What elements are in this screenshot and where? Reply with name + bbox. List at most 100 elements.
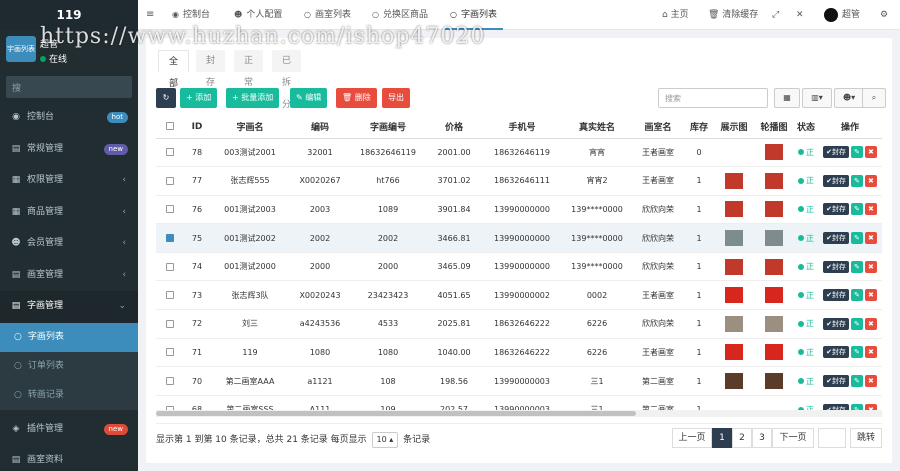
show-image-thumbnail[interactable] [725,344,743,361]
sidebar-item-dashboard[interactable]: ◉ 控制台 hot [0,102,138,134]
seal-button[interactable]: ✔封存 [823,289,849,302]
refresh-button[interactable]: ↻ [156,88,176,108]
show-image-thumbnail[interactable] [725,258,743,275]
tab-painting-list[interactable]: ○ 字画列表 [444,0,503,30]
sidebar-item-studio-info[interactable]: ▤ 画室资料 [0,445,138,471]
fullscreen-button[interactable]: ⤢ [772,0,779,30]
fullscreen-alt-button[interactable]: ✕ [796,0,804,30]
carousel-image-thumbnail[interactable] [765,287,783,304]
row-checkbox[interactable] [166,176,174,185]
menu-toggle-icon[interactable]: ≡ [146,0,154,30]
tab-exchange-goods[interactable]: ○ 兑换区商品 [366,0,434,30]
table-row[interactable]: 77 张志辉555 X0020267 ht766 3701.02 18632646111 宵… [156,166,882,196]
row-edit-button[interactable]: ✎ [850,203,863,216]
row-select-cell[interactable] [156,195,184,225]
tab-dashboard[interactable]: ◉ 控制台 [166,0,216,30]
col-price[interactable]: 价格 [426,116,482,139]
seal-button[interactable]: ✔封存 [823,317,849,330]
row-checkbox[interactable] [166,348,174,357]
jump-button[interactable]: 跳转 [850,428,882,448]
col-number[interactable]: 字画编号 [350,116,426,139]
row-checkbox[interactable] [166,291,174,300]
delete-button[interactable]: 🗑 删除 [336,88,377,108]
row-delete-button[interactable]: ✖ [864,317,877,330]
row-checkbox[interactable] [166,148,174,157]
page-2-button[interactable]: 2 [732,428,752,448]
carousel-image-thumbnail[interactable] [765,258,783,275]
select-all-cell[interactable] [156,116,184,139]
clear-cache-button[interactable]: 🗑 清除缓存 [708,0,758,30]
row-delete-button[interactable]: ✖ [864,289,877,302]
col-name[interactable]: 字画名 [210,116,290,139]
row-checkbox[interactable] [166,205,174,214]
settings-button[interactable]: ⚙ [880,0,888,30]
seal-button[interactable]: ✔封存 [823,346,849,359]
show-image-thumbnail[interactable] [725,373,743,390]
row-delete-button[interactable]: ✖ [864,203,877,216]
seal-button[interactable]: ✔封存 [823,375,849,388]
sidebar-item-painting[interactable]: ▤ 字画管理 ⌄ [0,291,138,323]
home-link[interactable]: ⌂ 主页 [662,0,689,30]
select-all-checkbox[interactable] [166,122,174,131]
sidebar-item-member[interactable]: ☻ 会员管理 ‹ [0,228,138,260]
sidebar-item-goods[interactable]: ▦ 商品管理 ‹ [0,197,138,229]
row-edit-button[interactable]: ✎ [850,375,863,388]
row-edit-button[interactable]: ✎ [850,317,863,330]
row-delete-button[interactable]: ✖ [864,232,877,245]
sidebar-sub-painting-list[interactable]: ○ 字画列表 [0,322,138,352]
page-size-select[interactable]: 10 ▴ [371,432,399,448]
row-edit-button[interactable]: ✎ [850,174,863,187]
row-select-cell[interactable] [156,366,184,396]
batch-add-button[interactable]: + 批量添加 [226,88,280,108]
col-carousel[interactable]: 轮播图 [754,116,794,139]
row-checkbox[interactable] [166,234,174,243]
show-image-thumbnail[interactable] [725,172,743,189]
seal-button[interactable]: ✔封存 [823,203,849,216]
table-row[interactable]: 76 001测试2003 2003 1089 3901.84 13990000000 139… [156,195,882,225]
export-menu-button[interactable]: ☻▾ [834,88,864,108]
col-show-image[interactable]: 展示图 [714,116,754,139]
row-edit-button[interactable]: ✎ [850,260,863,273]
row-select-cell[interactable] [156,338,184,368]
sidebar-sub-order-list[interactable]: ○ 订单列表 [0,351,138,381]
sidebar-search-input[interactable]: 搜 [6,76,132,98]
row-delete-button[interactable]: ✖ [864,260,877,273]
brand-logo[interactable]: 119 [0,0,138,30]
seal-button[interactable]: ✔封存 [823,174,849,187]
page-3-button[interactable]: 3 [752,428,772,448]
row-checkbox[interactable] [166,319,174,328]
row-edit-button[interactable]: ✎ [850,146,863,159]
sidebar-item-general[interactable]: ▤ 常规管理 new [0,134,138,166]
filter-tab-normal[interactable]: 正常 [234,50,264,88]
col-status[interactable]: 状态 [794,116,818,139]
row-checkbox[interactable] [166,377,174,386]
sidebar-item-studio[interactable]: ▤ 画室管理 ‹ [0,260,138,292]
col-code[interactable]: 编码 [290,116,350,139]
tab-studio-list[interactable]: ○ 画室列表 [298,0,357,30]
add-button[interactable]: + 添加 [180,88,218,108]
search-toggle-button[interactable]: ⌕ [862,88,886,108]
row-select-cell[interactable] [156,166,184,196]
row-edit-button[interactable]: ✎ [850,289,863,302]
show-image-thumbnail[interactable] [725,230,743,247]
table-row[interactable]: 78 003测试2001 32001 18632646119 2001.00 186326… [156,138,882,168]
row-select-cell[interactable] [156,252,184,282]
next-page-button[interactable]: 下一页 [772,428,814,448]
page-1-button[interactable]: 1 [712,428,732,448]
row-delete-button[interactable]: ✖ [864,146,877,159]
table-search-input[interactable]: 搜索 [658,88,768,108]
row-select-cell[interactable] [156,309,184,339]
show-image-thumbnail[interactable] [725,287,743,304]
show-image-thumbnail[interactable] [725,201,743,218]
tab-profile[interactable]: ☻ 个人配置 [228,0,288,30]
seal-button[interactable]: ✔封存 [823,232,849,245]
sidebar-item-plugin[interactable]: ◈ 插件管理 new [0,414,138,446]
row-select-cell[interactable] [156,223,184,253]
carousel-image-thumbnail[interactable] [765,230,783,247]
seal-button[interactable]: ✔封存 [823,260,849,273]
col-studio[interactable]: 画室名 [632,116,684,139]
row-delete-button[interactable]: ✖ [864,375,877,388]
jump-page-input[interactable] [818,428,846,448]
show-image-thumbnail[interactable] [725,315,743,332]
row-edit-button[interactable]: ✎ [850,346,863,359]
